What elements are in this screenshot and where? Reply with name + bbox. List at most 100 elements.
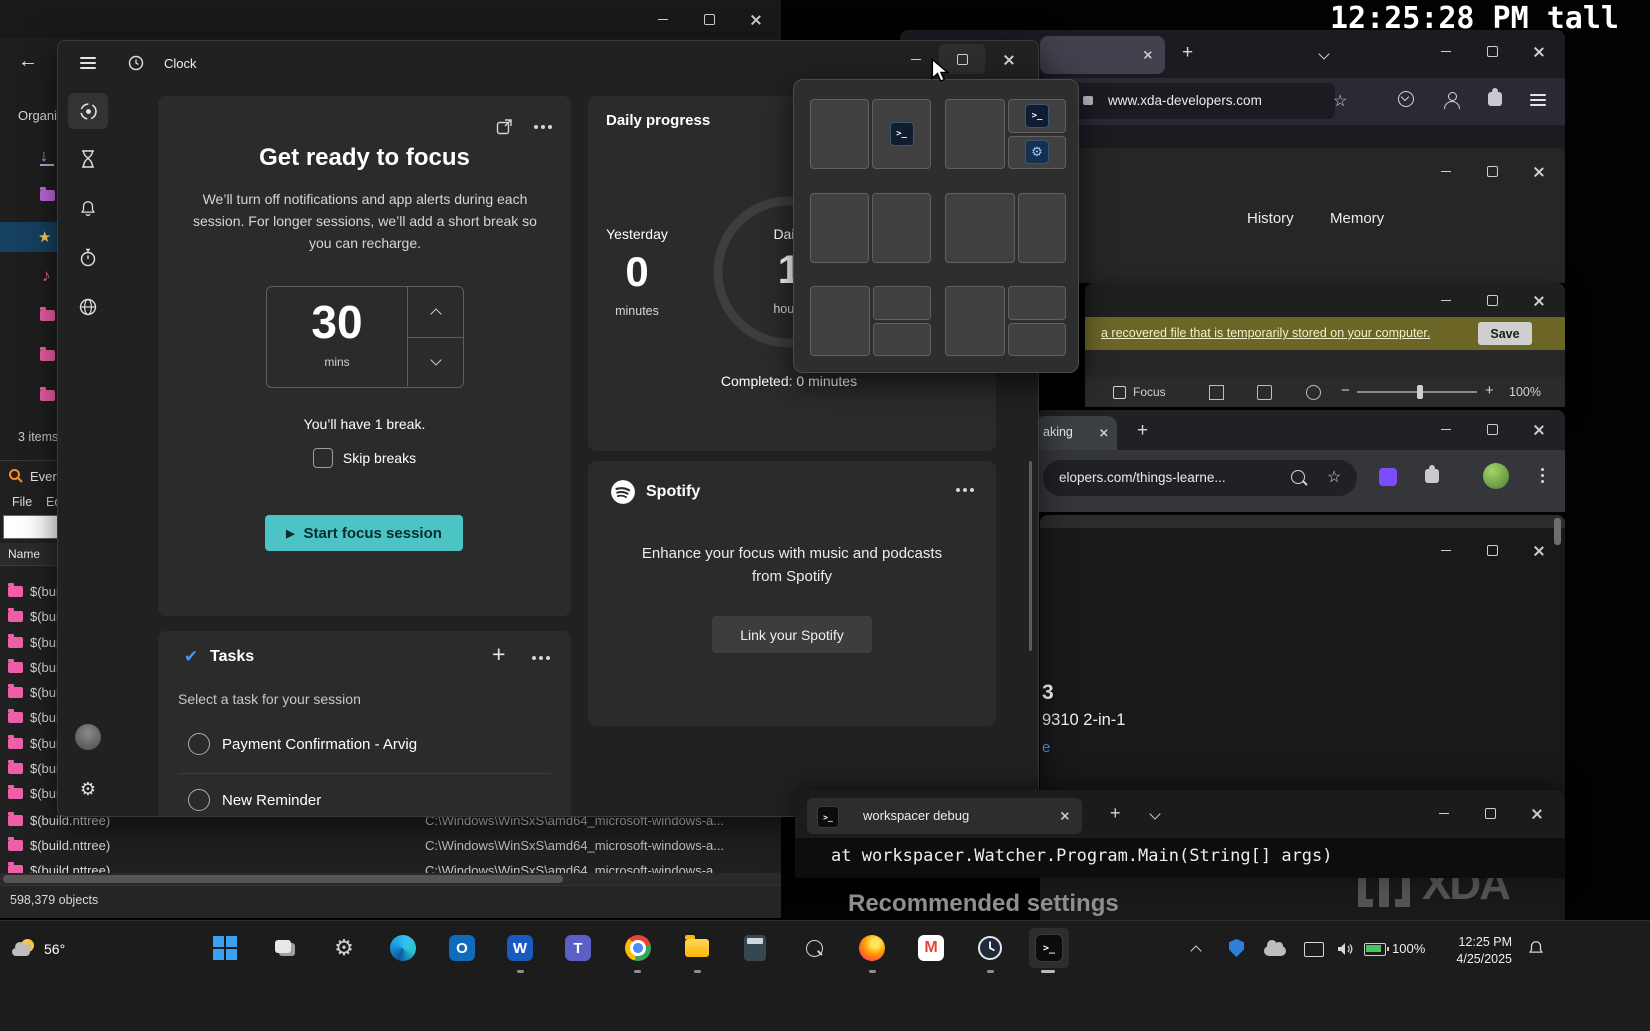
zoom-slider[interactable]	[1357, 391, 1477, 393]
close-button[interactable]	[1513, 798, 1559, 828]
link-history[interactable]: History	[1247, 210, 1294, 227]
terminal-app-button[interactable]: >_	[1029, 928, 1069, 968]
file-explorer-app-button[interactable]	[677, 928, 717, 968]
zoom-icon[interactable]	[1291, 470, 1305, 484]
minimize-button[interactable]	[1423, 285, 1469, 315]
table-row[interactable]: $(build.nttree) C:\Windows\WinSxS\amd64_…	[0, 833, 781, 857]
sidebar-item[interactable]	[40, 390, 55, 401]
minimize-button[interactable]	[640, 4, 686, 34]
view-icon[interactable]	[1306, 385, 1321, 400]
url-bar[interactable]: www.xda-developers.com ☆	[1045, 83, 1335, 119]
skip-breaks-checkbox[interactable]	[313, 448, 333, 468]
avatar[interactable]	[1483, 463, 1509, 489]
focus-mode-icon[interactable]	[1113, 386, 1126, 399]
extensions-icon[interactable]	[1488, 92, 1502, 106]
close-button[interactable]	[1515, 156, 1561, 186]
nav-settings[interactable]: ⚙	[68, 771, 108, 807]
view-icon[interactable]	[1209, 385, 1224, 400]
close-button[interactable]	[1515, 285, 1561, 315]
more-options-icon[interactable]	[956, 488, 960, 492]
article-link-fragment[interactable]: e	[1042, 739, 1050, 756]
account-icon[interactable]	[1443, 92, 1459, 108]
lock-icon[interactable]	[1083, 96, 1093, 105]
terminal-tab[interactable]: >_ workspacer debug	[807, 798, 1082, 834]
task-row[interactable]: Payment Confirmation - Arvig	[158, 721, 571, 771]
new-tab-icon[interactable]: +	[1110, 803, 1121, 824]
sidebar-item[interactable]	[40, 350, 55, 361]
nav-timer[interactable]	[68, 141, 108, 177]
notification-bell-icon[interactable]	[1527, 939, 1545, 958]
link-memory[interactable]: Memory	[1330, 210, 1384, 227]
extension-icon[interactable]	[1379, 468, 1397, 486]
add-task-icon[interactable]: +	[492, 641, 505, 668]
tab-close-icon[interactable]	[1060, 811, 1069, 820]
zoom-in-icon[interactable]: +	[1485, 382, 1494, 399]
word-app-button[interactable]: W	[500, 928, 540, 968]
outlook-app-button[interactable]: O	[442, 928, 482, 968]
focus-mode-label[interactable]: Focus	[1133, 385, 1166, 399]
teams-app-button[interactable]: T	[558, 928, 598, 968]
maximize-button[interactable]	[1469, 285, 1515, 315]
minimize-button[interactable]	[1423, 156, 1469, 186]
sidebar-item[interactable]: ♪	[42, 266, 51, 286]
maximize-button[interactable]	[1469, 535, 1515, 565]
nav-world-clock[interactable]	[68, 289, 108, 325]
omnibox[interactable]: elopers.com/things-learne... ☆	[1043, 460, 1357, 496]
task-radio[interactable]	[188, 789, 210, 811]
new-tab-icon[interactable]: +	[1182, 42, 1193, 64]
weather-widget[interactable]: 56°	[12, 929, 65, 969]
close-button[interactable]	[1515, 36, 1561, 66]
maximize-button[interactable]	[1469, 36, 1515, 66]
menu-icon[interactable]	[1530, 94, 1546, 106]
task-row[interactable]: New Reminder	[158, 777, 571, 817]
table-row[interactable]: $(build.nttree) C:\Windows\WinSxS\amd64_…	[0, 858, 781, 873]
maximize-button[interactable]	[1469, 156, 1515, 186]
minimize-button[interactable]	[1421, 798, 1467, 828]
list-tabs-icon[interactable]	[1318, 48, 1329, 59]
sidebar-item[interactable]	[40, 310, 55, 321]
new-tab-icon[interactable]: +	[1137, 420, 1148, 442]
stepper-down-button[interactable]	[407, 337, 463, 386]
save-button[interactable]: Save	[1478, 322, 1532, 345]
maximize-button[interactable]	[686, 4, 732, 34]
browser-tab[interactable]: aking	[1035, 416, 1117, 450]
minimize-button[interactable]	[1423, 535, 1469, 565]
horizontal-scrollbar[interactable]	[0, 873, 781, 885]
start-button[interactable]	[205, 928, 245, 968]
snap-layout-option[interactable]	[810, 286, 931, 356]
kebab-menu-icon[interactable]	[1541, 468, 1544, 471]
start-focus-button[interactable]: ▶ Start focus session	[265, 515, 463, 551]
volume-icon[interactable]	[1336, 940, 1354, 958]
snap-layout-option[interactable]	[945, 193, 1066, 263]
task-view-button[interactable]	[265, 928, 305, 968]
tray-clock[interactable]: 12:25 PM 4/25/2025	[1432, 934, 1512, 968]
snap-layout-option[interactable]	[810, 193, 931, 263]
back-icon[interactable]: ←	[18, 50, 38, 73]
close-button[interactable]	[985, 44, 1031, 74]
view-icon[interactable]	[1257, 385, 1272, 400]
hamburger-menu-icon[interactable]	[80, 57, 96, 69]
link-spotify-button[interactable]: Link your Spotify	[712, 616, 872, 653]
tab-close-icon[interactable]	[1143, 50, 1152, 59]
close-button[interactable]	[1515, 535, 1561, 565]
battery-icon[interactable]	[1364, 943, 1386, 956]
zoom-out-icon[interactable]: −	[1341, 382, 1350, 399]
gmail-app-button[interactable]: M	[911, 928, 951, 968]
settings-app-button[interactable]: ⚙	[324, 928, 364, 968]
more-options-icon[interactable]	[534, 125, 538, 129]
bookmark-star-icon[interactable]: ☆	[1333, 91, 1347, 111]
vertical-scrollbar[interactable]	[1029, 461, 1032, 651]
pocket-icon[interactable]	[1398, 91, 1414, 107]
zoom-level[interactable]: 100%	[1509, 385, 1541, 399]
cast-display-icon[interactable]	[1304, 942, 1324, 957]
nav-alarm[interactable]	[68, 190, 108, 226]
minimize-button[interactable]	[1423, 36, 1469, 66]
maximize-button[interactable]	[1467, 798, 1513, 828]
popout-icon[interactable]	[496, 118, 513, 135]
bookmark-star-icon[interactable]: ☆	[1327, 467, 1341, 487]
maximize-button[interactable]	[1469, 414, 1515, 444]
calculator-app-button[interactable]	[735, 928, 775, 968]
minimize-button[interactable]	[1423, 414, 1469, 444]
snap-layout-option[interactable]: >_ ⚙	[945, 99, 1066, 169]
account-avatar[interactable]	[68, 719, 108, 755]
